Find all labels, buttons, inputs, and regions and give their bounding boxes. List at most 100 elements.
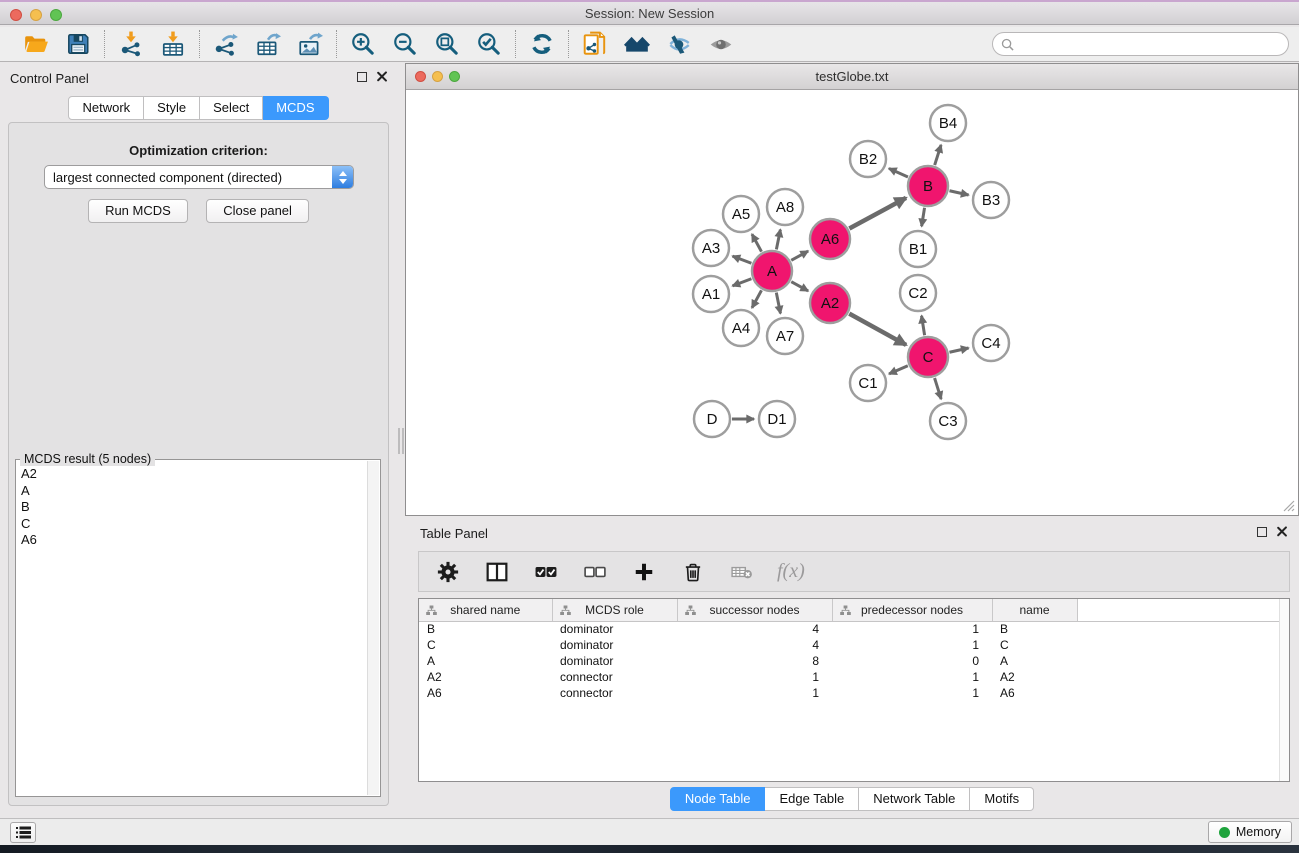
zoom-selected-icon[interactable] [475,30,503,58]
tab-mcds[interactable]: MCDS [263,96,328,120]
table-cell[interactable]: 1 [832,669,992,685]
graph-node-B1[interactable]: B1 [900,231,936,267]
resize-grip-icon[interactable] [1282,499,1295,512]
first-neighbors-icon[interactable] [623,30,651,58]
import-table-icon[interactable] [159,30,187,58]
graph-edge-A-A6[interactable] [791,251,808,260]
table-cell[interactable]: 1 [832,685,992,701]
table-cell[interactable]: A6 [992,685,1077,701]
graph-edge-B-B1[interactable] [922,208,925,227]
graph-node-A8[interactable]: A8 [767,189,803,225]
graph-edge-A-A3[interactable] [733,256,752,263]
graph-node-C[interactable]: C [908,337,948,377]
graphics-details-icon[interactable] [665,30,693,58]
graph-node-A1[interactable]: A1 [693,276,729,312]
graph-node-A[interactable]: A [752,251,792,291]
table-cell[interactable]: 1 [677,669,832,685]
pane-divider-grip[interactable] [398,428,404,454]
float-panel-icon[interactable] [1257,527,1267,537]
graph-edge-A-A7[interactable] [776,293,780,314]
table-cell[interactable]: B [419,621,552,637]
run-mcds-button[interactable]: Run MCDS [88,199,188,223]
graph-edge-A-A1[interactable] [733,279,752,286]
graph-node-B4[interactable]: B4 [930,105,966,141]
table-cell[interactable]: C [992,637,1077,653]
table-cell[interactable]: 1 [832,621,992,637]
export-image-icon[interactable] [296,30,324,58]
table-cell[interactable]: C [419,637,552,653]
table-cell[interactable]: A [992,653,1077,669]
graph-edge-B-B3[interactable] [949,191,968,195]
export-network-icon[interactable] [212,30,240,58]
graph-edge-C-C3[interactable] [935,378,942,399]
select-all-rows-icon[interactable] [532,558,560,586]
table-scrollbar[interactable] [1279,599,1289,781]
show-columns-icon[interactable] [483,558,511,586]
graph-node-C3[interactable]: C3 [930,403,966,439]
memory-button[interactable]: Memory [1208,821,1292,843]
table-cell[interactable]: 1 [832,637,992,653]
attribute-table[interactable]: shared nameMCDS rolesuccessor nodesprede… [419,599,1289,701]
graph-node-B3[interactable]: B3 [973,182,1009,218]
graph-edge-A-A5[interactable] [752,234,762,251]
graph-edge-B-B4[interactable] [935,145,941,165]
graph-edge-A-A8[interactable] [776,230,780,250]
search-box[interactable] [992,32,1289,56]
graph-node-C1[interactable]: C1 [850,365,886,401]
function-builder-icon[interactable]: f(x) [777,560,805,583]
result-list-item[interactable]: A [18,483,366,500]
tab-network-table[interactable]: Network Table [859,787,970,811]
graph-edge-A2-C[interactable] [849,314,906,345]
tab-edge-table[interactable]: Edge Table [765,787,859,811]
zoom-fit-icon[interactable] [433,30,461,58]
graph-node-A4[interactable]: A4 [723,310,759,346]
close-panel-icon[interactable] [376,71,387,82]
graph-node-A3[interactable]: A3 [693,230,729,266]
close-panel-button[interactable]: Close panel [206,199,309,223]
search-input[interactable] [1019,37,1280,51]
save-session-icon[interactable] [64,30,92,58]
table-mode-gear-icon[interactable] [434,558,462,586]
column-header-name[interactable]: name [992,599,1077,621]
zoom-in-icon[interactable] [349,30,377,58]
refresh-layout-icon[interactable] [528,30,556,58]
network-canvas[interactable]: B4B2BB3A8A5A6A3B1AA1C2A2A4A7C4CC1C3DD1 [407,91,1297,514]
result-scrollbar[interactable] [367,461,379,795]
graph-node-A7[interactable]: A7 [767,318,803,354]
optimization-criterion-select[interactable]: largest connected component (directed) [44,165,354,189]
create-column-icon[interactable] [630,558,658,586]
table-cell[interactable]: 1 [677,685,832,701]
show-hide-eye-icon[interactable] [707,30,735,58]
network-from-selection-icon[interactable] [581,30,609,58]
import-network-icon[interactable] [117,30,145,58]
tab-style[interactable]: Style [144,96,200,120]
task-history-button[interactable] [10,822,36,843]
column-header-shared-name[interactable]: shared name [419,599,552,621]
graph-node-C2[interactable]: C2 [900,275,936,311]
delete-table-icon[interactable] [728,558,756,586]
table-cell[interactable]: connector [552,685,677,701]
graph-edge-C-C4[interactable] [949,348,968,352]
float-panel-icon[interactable] [357,72,367,82]
table-cell[interactable]: connector [552,669,677,685]
table-cell[interactable]: A2 [992,669,1077,685]
table-cell[interactable]: A [419,653,552,669]
result-list-item[interactable]: A2 [18,466,366,483]
graph-edge-C-C2[interactable] [922,316,925,336]
graph-edge-C-C1[interactable] [889,366,908,374]
deselect-all-rows-icon[interactable] [581,558,609,586]
graph-node-C4[interactable]: C4 [973,325,1009,361]
tab-node-table[interactable]: Node Table [670,787,766,811]
table-cell[interactable]: B [992,621,1077,637]
table-row[interactable]: A6connector11A6 [419,685,1289,701]
column-header-MCDS-role[interactable]: MCDS role [552,599,677,621]
graph-edge-A-A4[interactable] [752,290,762,307]
result-list-item[interactable]: B [18,499,366,516]
table-cell[interactable]: 4 [677,621,832,637]
graph-edge-A-A2[interactable] [791,282,808,291]
zoom-out-icon[interactable] [391,30,419,58]
graph-node-D1[interactable]: D1 [759,401,795,437]
column-header-successor-nodes[interactable]: successor nodes [677,599,832,621]
network-graph[interactable]: B4B2BB3A8A5A6A3B1AA1C2A2A4A7C4CC1C3DD1 [407,91,1293,511]
delete-columns-icon[interactable] [679,558,707,586]
